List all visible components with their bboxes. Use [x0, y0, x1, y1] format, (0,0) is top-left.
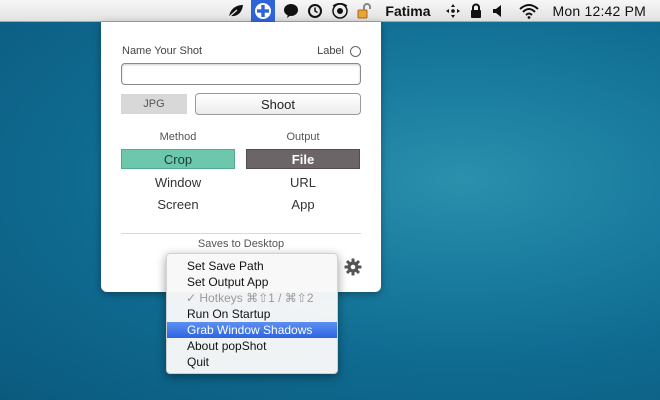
format-jpg-button[interactable]: JPG — [121, 94, 187, 114]
menu-item-set-output-app[interactable]: Set Output App — [167, 274, 337, 290]
user-name[interactable]: Fatima — [385, 3, 430, 19]
output-option-app[interactable]: App — [246, 194, 360, 214]
method-header: Method — [159, 131, 197, 143]
unlock-icon[interactable] — [357, 0, 373, 22]
label-radio-button[interactable] — [350, 45, 361, 57]
method-option-screen[interactable]: Screen — [121, 194, 235, 214]
menu-item-about-popshot[interactable]: About popShot — [167, 338, 337, 354]
move-arrows-icon[interactable] — [445, 0, 461, 22]
wifi-icon[interactable] — [518, 0, 539, 22]
label-toggle-text: Label — [317, 45, 344, 57]
popshot-panel: Name Your Shot Label JPG Shoot Method Ou… — [101, 22, 381, 292]
panel-divider — [121, 233, 361, 234]
menu-item-set-save-path[interactable]: Set Save Path — [167, 258, 337, 274]
output-option-file[interactable]: File — [246, 149, 360, 169]
saves-to-label: Saves to Desktop — [197, 238, 285, 250]
gear-icon[interactable] — [344, 258, 362, 276]
settings-menu: Set Save Path Set Output App ✓ Hotkeys ⌘… — [166, 253, 338, 374]
output-header: Output — [286, 131, 320, 143]
shot-name-input[interactable] — [121, 63, 361, 85]
menu-bar: Fatima Mon 12:42 PM — [0, 0, 660, 22]
output-option-url[interactable]: URL — [246, 172, 360, 192]
name-your-shot-label: Name Your Shot — [122, 45, 203, 57]
speech-bubble-icon[interactable] — [283, 0, 299, 22]
shoot-button[interactable]: Shoot — [195, 93, 361, 115]
popshot-icon[interactable] — [251, 0, 276, 22]
eye-icon[interactable] — [331, 0, 349, 22]
leaf-icon[interactable] — [227, 0, 245, 22]
menu-item-run-on-startup[interactable]: Run On Startup — [167, 306, 337, 322]
label-toggle[interactable]: Label — [317, 45, 361, 57]
volume-icon[interactable] — [491, 0, 505, 22]
method-option-window[interactable]: Window — [121, 172, 235, 192]
menu-item-grab-window-shadows[interactable]: Grab Window Shadows — [167, 322, 337, 338]
menu-item-quit[interactable]: Quit — [167, 354, 337, 370]
lock-icon[interactable] — [469, 0, 483, 22]
method-option-crop[interactable]: Crop — [121, 149, 235, 169]
menu-bar-clock[interactable]: Mon 12:42 PM — [553, 3, 646, 19]
menu-item-hotkeys: ✓ Hotkeys ⌘⇧1 / ⌘⇧2 — [186, 291, 314, 305]
time-machine-icon[interactable] — [307, 0, 323, 22]
